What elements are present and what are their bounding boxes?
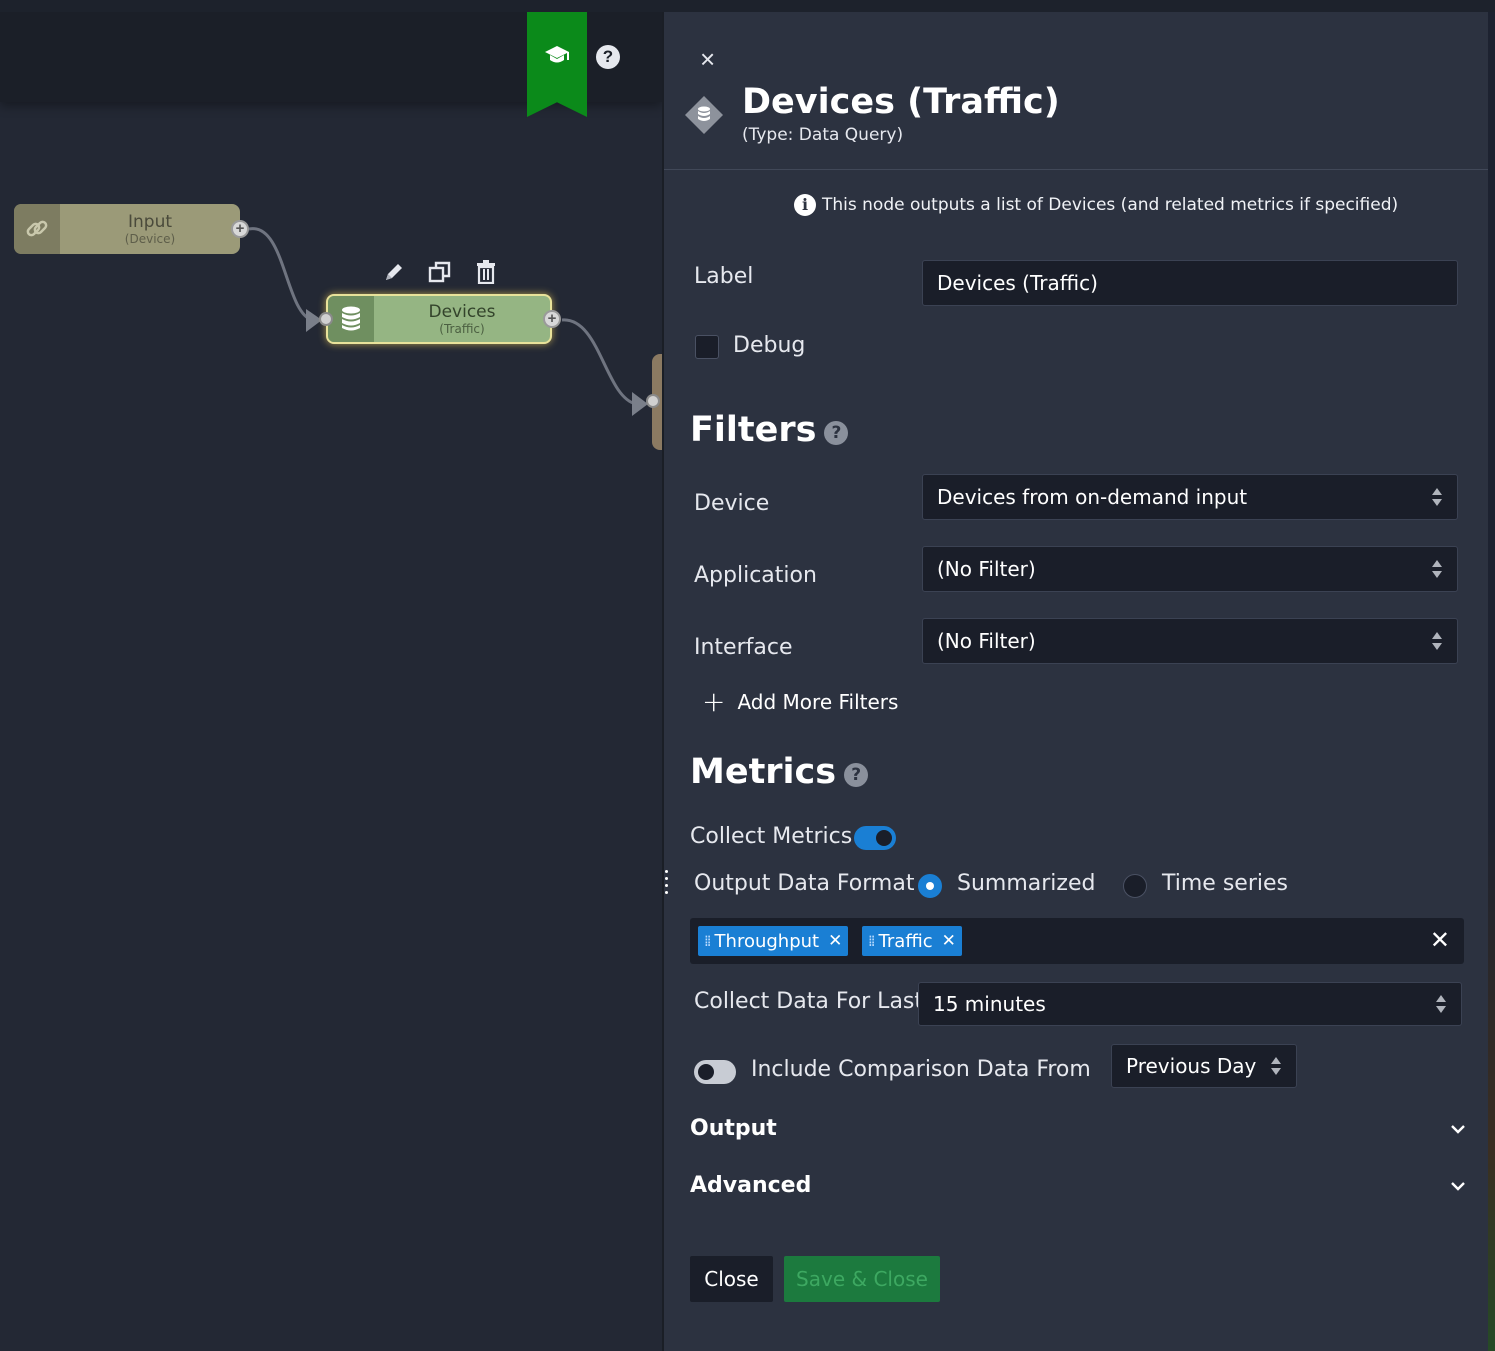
input-port[interactable] bbox=[319, 312, 333, 326]
time-series-label: Time series bbox=[1162, 871, 1288, 896]
filters-heading-text: Filters bbox=[690, 410, 817, 450]
clear-tags-icon[interactable]: ✕ bbox=[1430, 926, 1450, 955]
metric-tag[interactable]: ⁞⁞ Throughput ✕ bbox=[698, 926, 849, 956]
info-icon: i bbox=[794, 194, 816, 216]
node-subtitle: (Device) bbox=[124, 232, 176, 246]
add-more-filters-label: Add More Filters bbox=[737, 690, 899, 714]
copy-icon[interactable] bbox=[426, 258, 454, 286]
metrics-help-icon[interactable]: ? bbox=[844, 763, 869, 787]
summarized-label: Summarized bbox=[957, 871, 1096, 896]
panel-title: Devices (Traffic) bbox=[742, 82, 1060, 122]
collect-for-select[interactable]: 15 minutes bbox=[918, 982, 1462, 1026]
close-button[interactable]: Close bbox=[690, 1256, 773, 1302]
node-devices[interactable]: Devices (Traffic) + bbox=[319, 294, 561, 344]
metrics-heading-text: Metrics bbox=[690, 752, 837, 792]
comparison-toggle[interactable] bbox=[694, 1060, 736, 1084]
panel-edge bbox=[1488, 12, 1495, 1351]
node-actions bbox=[380, 258, 500, 286]
collect-metrics-label: Collect Metrics bbox=[690, 824, 853, 849]
application-filter-select[interactable]: (No Filter) bbox=[922, 546, 1458, 592]
output-port[interactable]: + bbox=[543, 310, 561, 328]
node-title: Input bbox=[127, 212, 173, 232]
collect-for-label: Collect Data For Last bbox=[694, 989, 924, 1014]
pencil-icon[interactable] bbox=[380, 258, 408, 286]
trash-icon[interactable] bbox=[472, 258, 500, 286]
chevron-down-icon bbox=[1451, 1124, 1465, 1134]
application-filter-value: (No Filter) bbox=[937, 557, 1036, 581]
panel-header: × Devices (Traffic) (Type: Data Query) bbox=[664, 12, 1488, 170]
device-filter-value: Devices from on-demand input bbox=[937, 485, 1248, 509]
label-input[interactable]: Devices (Traffic) bbox=[922, 260, 1458, 306]
remove-tag-icon[interactable]: ✕ bbox=[828, 931, 842, 951]
interface-filter-value: (No Filter) bbox=[937, 629, 1036, 653]
filters-heading: Filters ? bbox=[690, 410, 849, 450]
add-more-filters-button[interactable]: + Add More Filters bbox=[702, 685, 899, 718]
input-port[interactable] bbox=[646, 394, 660, 408]
output-port[interactable]: + bbox=[231, 220, 249, 238]
metric-tag[interactable]: ⁞⁞ Traffic ✕ bbox=[862, 926, 962, 956]
data-query-icon bbox=[685, 96, 723, 134]
select-arrows-icon bbox=[1432, 488, 1442, 506]
remove-tag-icon[interactable]: ✕ bbox=[942, 931, 956, 951]
device-filter-label: Device bbox=[694, 491, 770, 516]
database-icon bbox=[328, 296, 374, 342]
metrics-tag-input[interactable]: ⁞⁞ Throughput ✕ ⁞⁞ Traffic ✕ ✕ bbox=[690, 918, 1464, 964]
summarized-radio[interactable] bbox=[918, 874, 942, 898]
chevron-down-icon bbox=[1451, 1181, 1465, 1191]
advanced-section-toggle[interactable]: Advanced bbox=[690, 1173, 1466, 1198]
node-config-panel: × Devices (Traffic) (Type: Data Query) i… bbox=[662, 12, 1488, 1351]
collect-metrics-toggle[interactable] bbox=[854, 826, 896, 850]
link-icon bbox=[14, 204, 60, 254]
collect-for-value: 15 minutes bbox=[933, 992, 1046, 1016]
select-arrows-icon bbox=[1271, 1057, 1281, 1075]
output-section-title: Output bbox=[690, 1116, 777, 1141]
debug-label: Debug bbox=[733, 333, 806, 358]
select-arrows-icon bbox=[1436, 995, 1446, 1013]
resize-handle[interactable] bbox=[664, 870, 668, 896]
info-text: This node outputs a list of Devices (and… bbox=[822, 195, 1399, 215]
plus-icon: + bbox=[702, 685, 726, 718]
select-arrows-icon bbox=[1432, 632, 1442, 650]
node-title: Devices bbox=[428, 302, 496, 322]
node-input[interactable]: Input (Device) + bbox=[14, 204, 249, 254]
node-next[interactable] bbox=[646, 354, 662, 450]
advanced-section-title: Advanced bbox=[690, 1173, 812, 1198]
flow-canvas[interactable]: ? Input (Device) + Devices (Traffic) + bbox=[0, 12, 662, 1351]
metric-tag-label: Traffic bbox=[878, 930, 933, 952]
select-arrows-icon bbox=[1432, 560, 1442, 578]
comparison-value: Previous Day bbox=[1126, 1054, 1257, 1078]
interface-filter-select[interactable]: (No Filter) bbox=[922, 618, 1458, 664]
output-section-toggle[interactable]: Output bbox=[690, 1116, 1466, 1141]
interface-filter-label: Interface bbox=[694, 635, 793, 660]
time-series-radio[interactable] bbox=[1123, 874, 1147, 898]
metrics-heading: Metrics ? bbox=[690, 752, 869, 792]
application-filter-label: Application bbox=[694, 563, 817, 588]
drag-grip-icon[interactable]: ⁞⁞ bbox=[868, 932, 875, 950]
label-field-label: Label bbox=[694, 264, 754, 289]
device-filter-select[interactable]: Devices from on-demand input bbox=[922, 474, 1458, 520]
close-icon[interactable]: × bbox=[700, 46, 715, 72]
output-format-label: Output Data Format bbox=[694, 871, 915, 896]
save-and-close-button[interactable]: Save & Close bbox=[784, 1256, 940, 1302]
debug-checkbox[interactable] bbox=[695, 335, 719, 359]
panel-subtitle: (Type: Data Query) bbox=[742, 125, 904, 145]
comparison-label: Include Comparison Data From bbox=[751, 1057, 1091, 1082]
top-strip bbox=[0, 0, 1495, 12]
filters-help-icon[interactable]: ? bbox=[824, 421, 849, 445]
info-message: i This node outputs a list of Devices (a… bbox=[794, 194, 1398, 216]
node-subtitle: (Traffic) bbox=[439, 322, 485, 336]
label-input-value: Devices (Traffic) bbox=[937, 271, 1098, 295]
metric-tag-label: Throughput bbox=[714, 930, 820, 952]
drag-grip-icon[interactable]: ⁞⁞ bbox=[704, 932, 711, 950]
comparison-select[interactable]: Previous Day bbox=[1111, 1044, 1297, 1088]
